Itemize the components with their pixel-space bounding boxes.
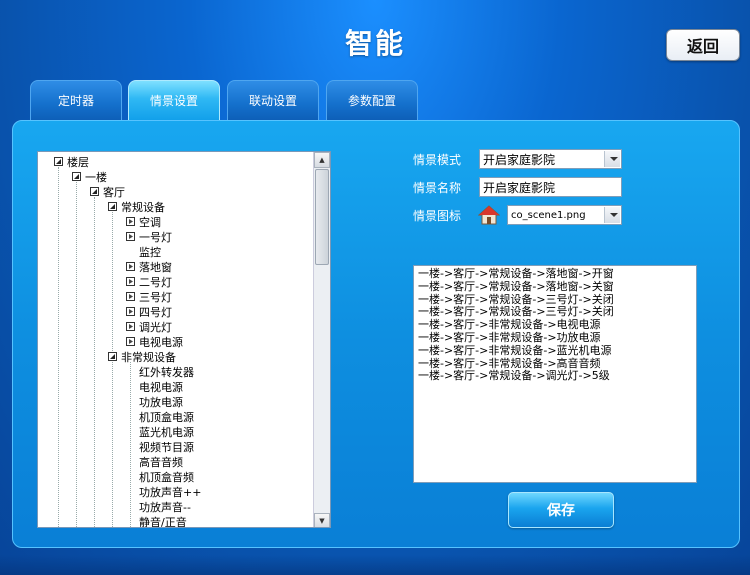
collapse-toggle-icon[interactable] xyxy=(126,307,135,316)
collapse-toggle-icon[interactable] xyxy=(126,277,135,286)
chevron-down-icon[interactable] xyxy=(604,151,620,167)
tree-node[interactable]: 电视电源 xyxy=(126,379,183,394)
scene-action-item[interactable]: 一楼->客厅->非常规设备->蓝光机电源 xyxy=(418,344,692,358)
tree-node[interactable]: 常规设备 xyxy=(108,199,165,214)
chevron-down-icon[interactable] xyxy=(604,207,620,223)
tree-node[interactable]: 功放声音++ xyxy=(126,484,201,499)
tree-node-label: 蓝光机电源 xyxy=(139,425,194,439)
tree-node-label: 机顶盒电源 xyxy=(139,410,194,424)
save-button[interactable]: 保存 xyxy=(508,492,614,528)
tree-node[interactable]: 落地窗 xyxy=(126,259,172,274)
tree-node[interactable]: 功放声音-- xyxy=(126,499,191,514)
tree-node-label: 功放声音-- xyxy=(139,500,191,514)
tree-node-label: 空调 xyxy=(139,215,161,229)
tree-node[interactable]: 机顶盒音频 xyxy=(126,469,194,484)
tab-scene-settings[interactable]: 情景设置 xyxy=(128,80,220,120)
tree-node-label: 二号灯 xyxy=(139,275,172,289)
tree-node[interactable]: 红外转发器 xyxy=(126,364,194,379)
tree-node[interactable]: 四号灯 xyxy=(126,304,172,319)
scroll-up-arrow-icon[interactable]: ▲ xyxy=(314,152,330,168)
tree-node-label: 电视电源 xyxy=(139,335,183,349)
collapse-toggle-icon[interactable] xyxy=(126,232,135,241)
tree-node[interactable]: 二号灯 xyxy=(126,274,172,289)
tree-node-label: 三号灯 xyxy=(139,290,172,304)
tree-node[interactable]: 一楼 xyxy=(72,169,107,184)
tree-node-label: 红外转发器 xyxy=(139,365,194,379)
tree-node-label: 落地窗 xyxy=(139,260,172,274)
collapse-toggle-icon[interactable] xyxy=(126,322,135,331)
tree-node-label: 一号灯 xyxy=(139,230,172,244)
scene-icon-label: 情景图标 xyxy=(413,209,462,223)
tree-node-label: 调光灯 xyxy=(139,320,172,334)
collapse-toggle-icon[interactable] xyxy=(126,217,135,226)
expand-toggle-icon[interactable] xyxy=(90,187,99,196)
tree-node[interactable]: 客厅 xyxy=(90,184,125,199)
tree-node-label: 客厅 xyxy=(103,185,125,199)
expand-toggle-icon[interactable] xyxy=(54,157,63,166)
tree-node-label: 一楼 xyxy=(85,170,107,184)
tree-node-label: 功放声音++ xyxy=(139,485,202,499)
back-button[interactable]: 返回 xyxy=(666,29,740,61)
tree-node-label: 四号灯 xyxy=(139,305,172,319)
scene-mode-label: 情景模式 xyxy=(413,153,462,167)
tree-node[interactable]: 非常规设备 xyxy=(108,349,176,364)
tree-node[interactable]: 电视电源 xyxy=(126,334,183,349)
scroll-thumb[interactable] xyxy=(315,169,329,265)
tree-node[interactable]: 机顶盒电源 xyxy=(126,409,194,424)
tree-node-label: 非常规设备 xyxy=(121,350,176,364)
scene-name-label: 情景名称 xyxy=(413,181,462,195)
expand-toggle-icon[interactable] xyxy=(108,202,117,211)
scroll-down-arrow-icon[interactable]: ▼ xyxy=(314,513,330,527)
scene-icon-value: co_scene1.png xyxy=(511,209,586,221)
collapse-toggle-icon[interactable] xyxy=(126,292,135,301)
tree-node[interactable]: 调光灯 xyxy=(126,319,172,334)
tree-node[interactable]: 楼层 xyxy=(54,154,89,169)
tab-timer[interactable]: 定时器 xyxy=(30,80,122,120)
tree-node-label: 高音音频 xyxy=(139,455,183,469)
tree-node-label: 功放电源 xyxy=(139,395,183,409)
tree-node[interactable]: 功放电源 xyxy=(126,394,183,409)
tree-node[interactable]: 三号灯 xyxy=(126,289,172,304)
app-window: 智能 返回 定时器 情景设置 联动设置 参数配置 楼层 一楼 客厅 常规设备 空调 一号灯… xyxy=(0,0,750,575)
tree-scrollbar[interactable]: ▲ ▼ xyxy=(313,152,330,527)
tree-viewport: 楼层 一楼 客厅 常规设备 空调 一号灯 监控 落地窗 二号灯 三号灯 四号灯 调光灯 电视电源 非常规设… xyxy=(38,152,313,528)
scene-mode-value: 开启家庭影院 xyxy=(483,152,556,167)
tree-node[interactable]: 静音/正音 xyxy=(126,514,187,528)
scene-icon-select[interactable]: co_scene1.png xyxy=(507,205,622,225)
collapse-toggle-icon[interactable] xyxy=(126,337,135,346)
scene-mode-select[interactable]: 开启家庭影院 xyxy=(479,149,622,169)
expand-toggle-icon[interactable] xyxy=(108,352,117,361)
tree-node-label: 楼层 xyxy=(67,155,89,169)
device-tree[interactable]: 楼层 一楼 客厅 常规设备 空调 一号灯 监控 落地窗 二号灯 三号灯 四号灯 调光灯 电视电源 非常规设… xyxy=(37,151,331,528)
scene-name-input[interactable]: 开启家庭影院 xyxy=(479,177,622,197)
scene-action-item[interactable]: 一楼->客厅->常规设备->落地窗->关窗 xyxy=(418,280,692,294)
scene-action-item[interactable]: 一楼->客厅->常规设备->落地窗->开窗 xyxy=(418,267,692,281)
house-icon xyxy=(478,205,500,225)
tree-node-label: 监控 xyxy=(139,245,161,259)
scene-name-value: 开启家庭影院 xyxy=(483,180,556,195)
tree-node[interactable]: 监控 xyxy=(126,244,161,259)
scene-action-item[interactable]: 一楼->客厅->常规设备->调光灯->5级 xyxy=(418,370,692,383)
tree-node-label: 电视电源 xyxy=(139,380,183,394)
tree-node-label: 视频节目源 xyxy=(139,440,194,454)
tab-linkage-settings[interactable]: 联动设置 xyxy=(227,80,319,120)
collapse-toggle-icon[interactable] xyxy=(126,262,135,271)
page-title: 智能 xyxy=(344,27,405,60)
tree-node[interactable]: 蓝光机电源 xyxy=(126,424,194,439)
tree-node[interactable]: 高音音频 xyxy=(126,454,183,469)
tree-node-label: 常规设备 xyxy=(121,200,165,214)
scene-actions-list[interactable]: 一楼->客厅->常规设备->落地窗->开窗 一楼->客厅->常规设备->落地窗->… xyxy=(413,265,697,483)
content-panel: 楼层 一楼 客厅 常规设备 空调 一号灯 监控 落地窗 二号灯 三号灯 四号灯 调光灯 电视电源 非常规设… xyxy=(12,120,740,548)
tree-node[interactable]: 视频节目源 xyxy=(126,439,194,454)
tree-node-label: 静音/正音 xyxy=(139,515,187,528)
tree-node[interactable]: 空调 xyxy=(126,214,161,229)
tree-node[interactable]: 一号灯 xyxy=(126,229,172,244)
tab-parameter-config[interactable]: 参数配置 xyxy=(326,80,418,120)
expand-toggle-icon[interactable] xyxy=(72,172,81,181)
scene-action-item[interactable]: 一楼->客厅->非常规设备->功放电源 xyxy=(418,331,692,345)
tree-node-label: 机顶盒音频 xyxy=(139,470,194,484)
